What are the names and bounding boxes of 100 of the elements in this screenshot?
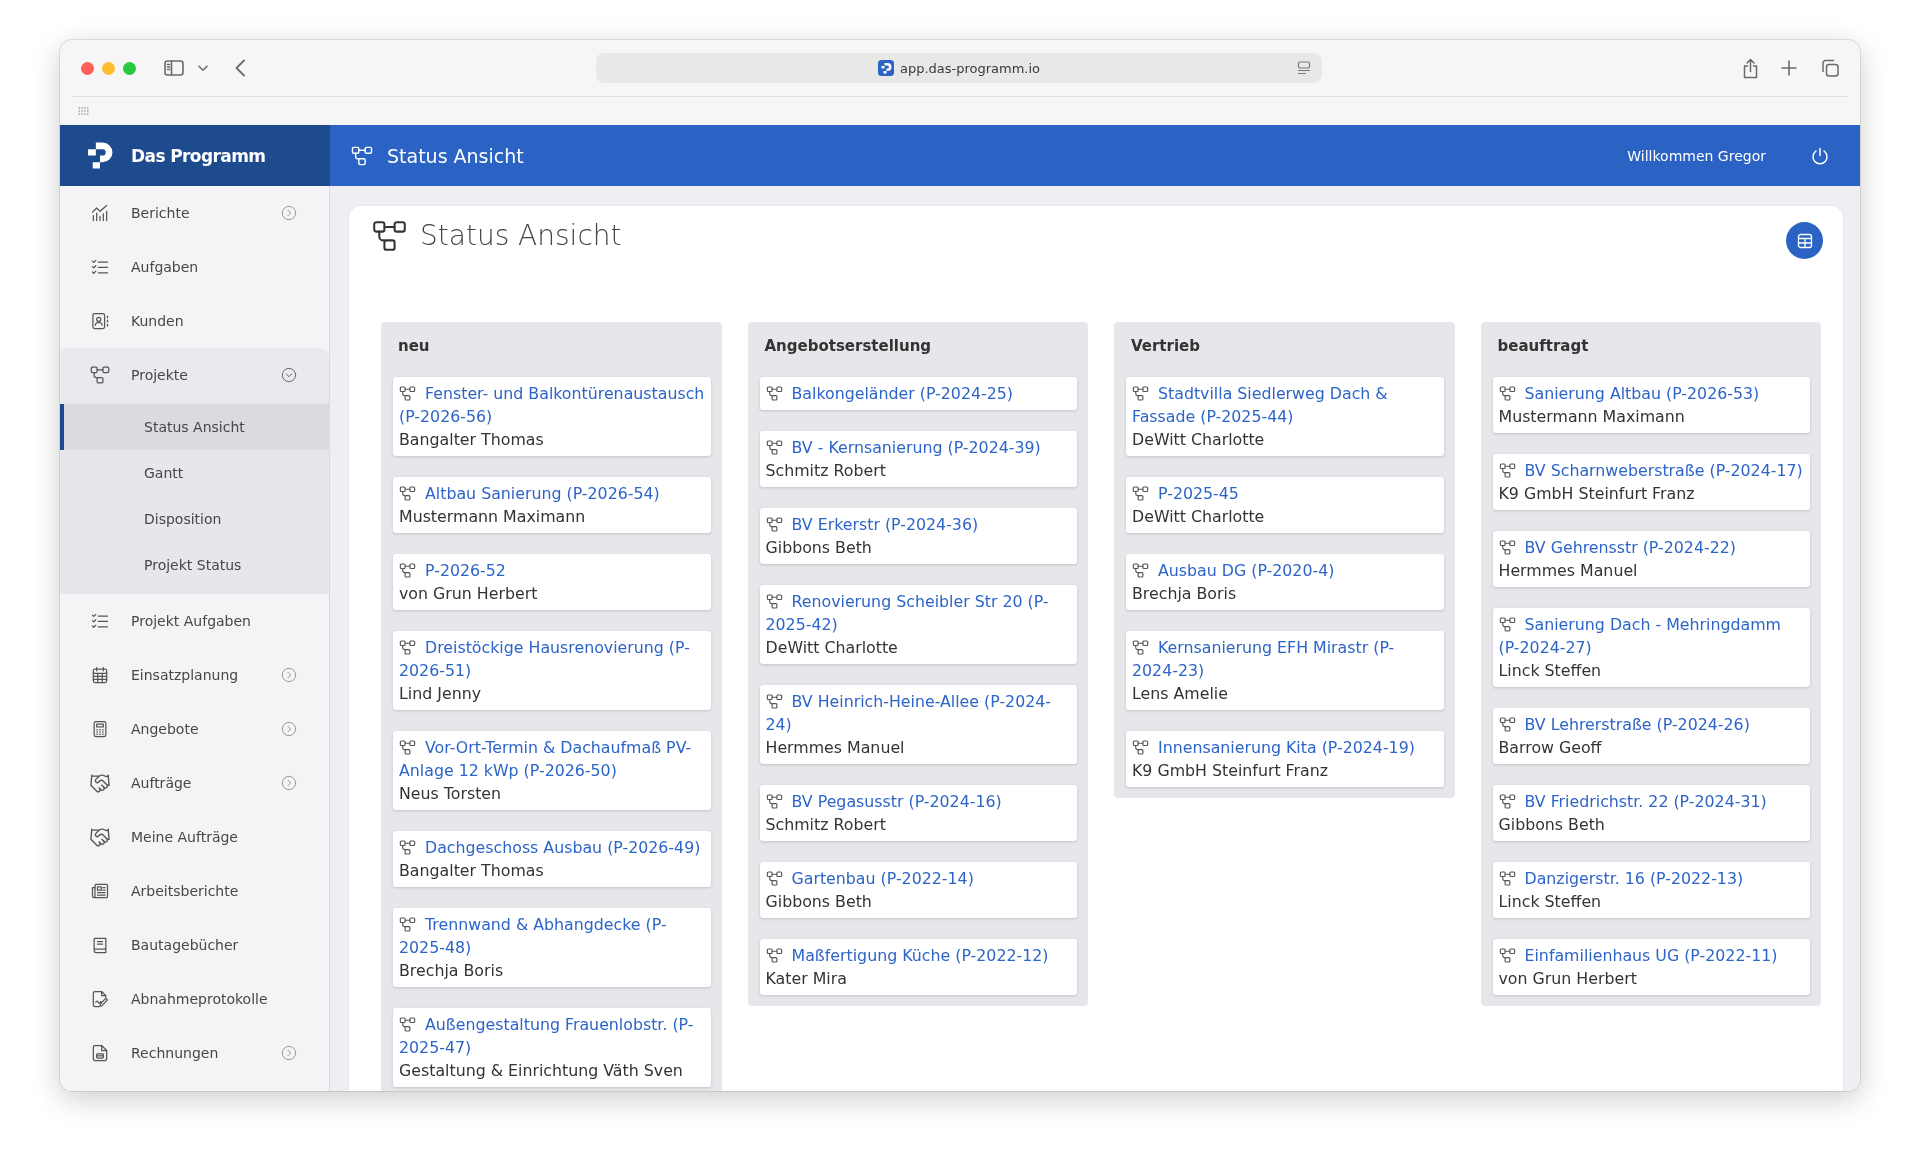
new-tab-icon[interactable] — [1781, 60, 1797, 76]
submenu-item[interactable]: Gantt — [60, 450, 329, 496]
hierarchy-icon — [1132, 640, 1149, 655]
tabs-icon[interactable] — [1821, 59, 1839, 77]
project-link[interactable]: BV Erkerstr (P-2024-36) — [765, 513, 1073, 536]
project-link[interactable]: BV Lehrerstraße (P-2024-26) — [1498, 713, 1806, 736]
project-card[interactable]: P-2025-45 DeWitt Charlotte — [1126, 477, 1444, 533]
project-link[interactable]: P-2026-52 — [399, 559, 707, 582]
sidebar-item[interactable]: Aufgaben — [60, 240, 329, 294]
project-link[interactable]: Renovierung Scheibler Str 20 (P-2025-42) — [765, 590, 1073, 636]
project-card[interactable]: Sanierung Dach - Mehringdamm (P-2024-27) Linck Steffen — [1492, 608, 1810, 687]
project-link[interactable]: Kernsanierung EFH Mirastr (P-2024-23) — [1132, 636, 1440, 682]
project-link[interactable]: Sanierung Dach - Mehringdamm (P-2024-27) — [1498, 613, 1806, 659]
project-link[interactable]: Gartenbau (P-2022-14) — [765, 867, 1073, 890]
hierarchy-icon — [1498, 540, 1516, 555]
project-link[interactable]: Trennwand & Abhangdecke (P-2025-48) — [399, 913, 707, 959]
sidebar-item[interactable]: Kunden — [60, 294, 329, 348]
chevron-down-icon[interactable] — [198, 64, 208, 72]
window-close-button[interactable] — [81, 61, 94, 75]
project-card[interactable]: Innensanierung Kita (P-2024-19) K9 GmbH Steinfurt Franz — [1126, 731, 1444, 787]
sidebar-toggle-icon[interactable] — [164, 60, 184, 76]
back-icon[interactable] — [234, 59, 246, 77]
project-link[interactable]: Außengestaltung Frauenlobstr. (P-2025-47) — [399, 1013, 707, 1059]
sidebar-item[interactable]: Projekt Aufgaben — [60, 594, 329, 648]
project-card[interactable]: Renovierung Scheibler Str 20 (P-2025-42) DeWitt Charlotte — [759, 585, 1077, 664]
project-link[interactable]: BV Pegasusstr (P-2024-16) — [765, 790, 1073, 813]
project-link[interactable]: Vor-Ort-Termin & Dachaufmaß PV-Anlage 12 kWp (P-2026-50) — [399, 736, 707, 782]
sidebar-item[interactable]: Arbeitsberichte — [60, 864, 329, 918]
project-card[interactable]: Außengestaltung Frauenlobstr. (P-2025-47) Gestaltung & Einrichtung Väth Sven — [393, 1008, 711, 1087]
submenu-item[interactable]: Status Ansicht — [60, 404, 329, 450]
project-link[interactable]: Ausbau DG (P-2020-4) — [1132, 559, 1440, 582]
submenu-item[interactable]: Projekt Status — [60, 542, 329, 588]
sidebar-item[interactable]: Einsatzplanung — [60, 648, 329, 702]
project-card[interactable]: Danzigerstr. 16 (P-2022-13) Linck Steffen — [1492, 862, 1810, 918]
submenu-item[interactable]: Disposition — [60, 496, 329, 542]
project-card[interactable]: BV Pegasusstr (P-2024-16) Schmitz Robert — [759, 785, 1077, 841]
hierarchy-icon — [1498, 617, 1516, 632]
sidebar-item[interactable]: Bautagebücher — [60, 918, 329, 972]
project-card[interactable]: BV Heinrich-Heine-Allee (P-2024-24) Hermmes Manuel — [759, 685, 1077, 764]
project-link[interactable]: BV - Kernsanierung (P-2024-39) — [765, 436, 1073, 459]
project-link[interactable]: Balkongeländer (P-2024-25) — [765, 382, 1073, 405]
project-link[interactable]: Fenster- und Balkontürenaustausch (P-2026-56) — [399, 382, 707, 428]
project-card[interactable]: BV Erkerstr (P-2024-36) Gibbons Beth — [759, 508, 1077, 564]
project-card[interactable]: BV Gehrensstr (P-2024-22) Hermmes Manuel — [1492, 531, 1810, 587]
project-link[interactable]: BV Gehrensstr (P-2024-22) — [1498, 536, 1806, 559]
person-name: Linck Steffen — [1498, 892, 1602, 911]
project-card[interactable]: Dreistöckige Hausrenovierung (P-2026-51) Lind Jenny — [393, 631, 711, 710]
project-card[interactable]: Kernsanierung EFH Mirastr (P-2024-23) Lens Amelie — [1126, 631, 1444, 710]
project-card[interactable]: Trennwand & Abhangdecke (P-2025-48) Brechja Boris — [393, 908, 711, 987]
project-link[interactable]: Stadtvilla Siedlerweg Dach & Fassade (P-2025-44) — [1132, 382, 1440, 428]
project-card[interactable]: Vor-Ort-Termin & Dachaufmaß PV-Anlage 12 kWp (P-2026-50) Neus Torsten — [393, 731, 711, 810]
project-card[interactable]: Ausbau DG (P-2020-4) Brechja Boris — [1126, 554, 1444, 610]
project-card[interactable]: BV Lehrerstraße (P-2024-26) Barrow Geoff — [1492, 708, 1810, 764]
sidebar-item[interactable]: Meine Aufträge — [60, 810, 329, 864]
sidebar-item[interactable]: Projekte — [60, 348, 329, 402]
sidebar-item[interactable]: Abnahmeprotokolle — [60, 972, 329, 1026]
hierarchy-icon — [1498, 386, 1516, 401]
address-bar[interactable]: app.das-programm.io — [596, 53, 1322, 83]
project-link[interactable]: P-2025-45 — [1132, 482, 1440, 505]
project-card[interactable]: BV Friedrichstr. 22 (P-2024-31) Gibbons Beth — [1492, 785, 1810, 841]
project-card[interactable]: Sanierung Altbau (P-2026-53) Mustermann Maximann — [1492, 377, 1810, 433]
person-name: Linck Steffen — [1498, 661, 1602, 680]
handshake-icon — [90, 773, 110, 793]
project-link[interactable]: Dreistöckige Hausrenovierung (P-2026-51) — [399, 636, 707, 682]
project-card[interactable]: BV - Kernsanierung (P-2024-39) Schmitz Robert — [759, 431, 1077, 487]
project-link[interactable]: BV Friedrichstr. 22 (P-2024-31) — [1498, 790, 1806, 813]
hierarchy-icon — [399, 563, 416, 578]
project-link[interactable]: Maßfertigung Küche (P-2022-12) — [765, 944, 1073, 967]
project-link[interactable]: Dachgeschoss Ausbau (P-2026-49) — [399, 836, 707, 859]
project-link[interactable]: Altbau Sanierung (P-2026-54) — [399, 482, 707, 505]
project-link[interactable]: Innensanierung Kita (P-2024-19) — [1132, 736, 1440, 759]
reader-icon[interactable] — [1297, 61, 1311, 75]
project-card[interactable]: Balkongeländer (P-2024-25) — [759, 377, 1077, 410]
project-card[interactable]: BV Scharnweberstraße (P-2024-17) K9 GmbH Steinfurt Franz — [1492, 454, 1810, 510]
project-card[interactable]: Fenster- und Balkontürenaustausch (P-2026-56) Bangalter Thomas — [393, 377, 711, 456]
share-icon[interactable] — [1742, 57, 1759, 79]
table-view-button[interactable] — [1786, 222, 1823, 259]
project-link[interactable]: Danzigerstr. 16 (P-2022-13) — [1498, 867, 1806, 890]
person-name: Gibbons Beth — [1498, 815, 1605, 834]
person-name: Schmitz Robert — [765, 461, 886, 480]
project-card[interactable]: Dachgeschoss Ausbau (P-2026-49) Bangalter Thomas — [393, 831, 711, 887]
project-card[interactable]: Altbau Sanierung (P-2026-54) Mustermann Maximann — [393, 477, 711, 533]
project-card[interactable]: Maßfertigung Küche (P-2022-12) Kater Mira — [759, 939, 1077, 995]
sidebar-item[interactable]: Aufträge — [60, 756, 329, 810]
project-link[interactable]: Sanierung Altbau (P-2026-53) — [1498, 382, 1806, 405]
project-card[interactable]: P-2026-52 von Grun Herbert — [393, 554, 711, 610]
sidebar-item[interactable]: Berichte — [60, 186, 329, 240]
project-card[interactable]: Einfamilienhaus UG (P-2022-11) von Grun Herbert — [1492, 939, 1810, 995]
project-link[interactable]: BV Scharnweberstraße (P-2024-17) — [1498, 459, 1806, 482]
person-name: Gestaltung & Einrichtung Väth Sven — [399, 1061, 683, 1080]
project-card[interactable]: Stadtvilla Siedlerweg Dach & Fassade (P-2025-44) DeWitt Charlotte — [1126, 377, 1444, 456]
header-title: Status Ansicht — [387, 144, 524, 167]
project-link[interactable]: BV Heinrich-Heine-Allee (P-2024-24) — [765, 690, 1073, 736]
sidebar-item[interactable]: Rechnungen — [60, 1026, 329, 1080]
project-link[interactable]: Einfamilienhaus UG (P-2022-11) — [1498, 944, 1806, 967]
power-button[interactable] — [1811, 146, 1829, 165]
hierarchy-icon — [765, 694, 783, 709]
hierarchy-icon — [765, 794, 783, 809]
project-card[interactable]: Gartenbau (P-2022-14) Gibbons Beth — [759, 862, 1077, 918]
sidebar-item[interactable]: Angebote — [60, 702, 329, 756]
